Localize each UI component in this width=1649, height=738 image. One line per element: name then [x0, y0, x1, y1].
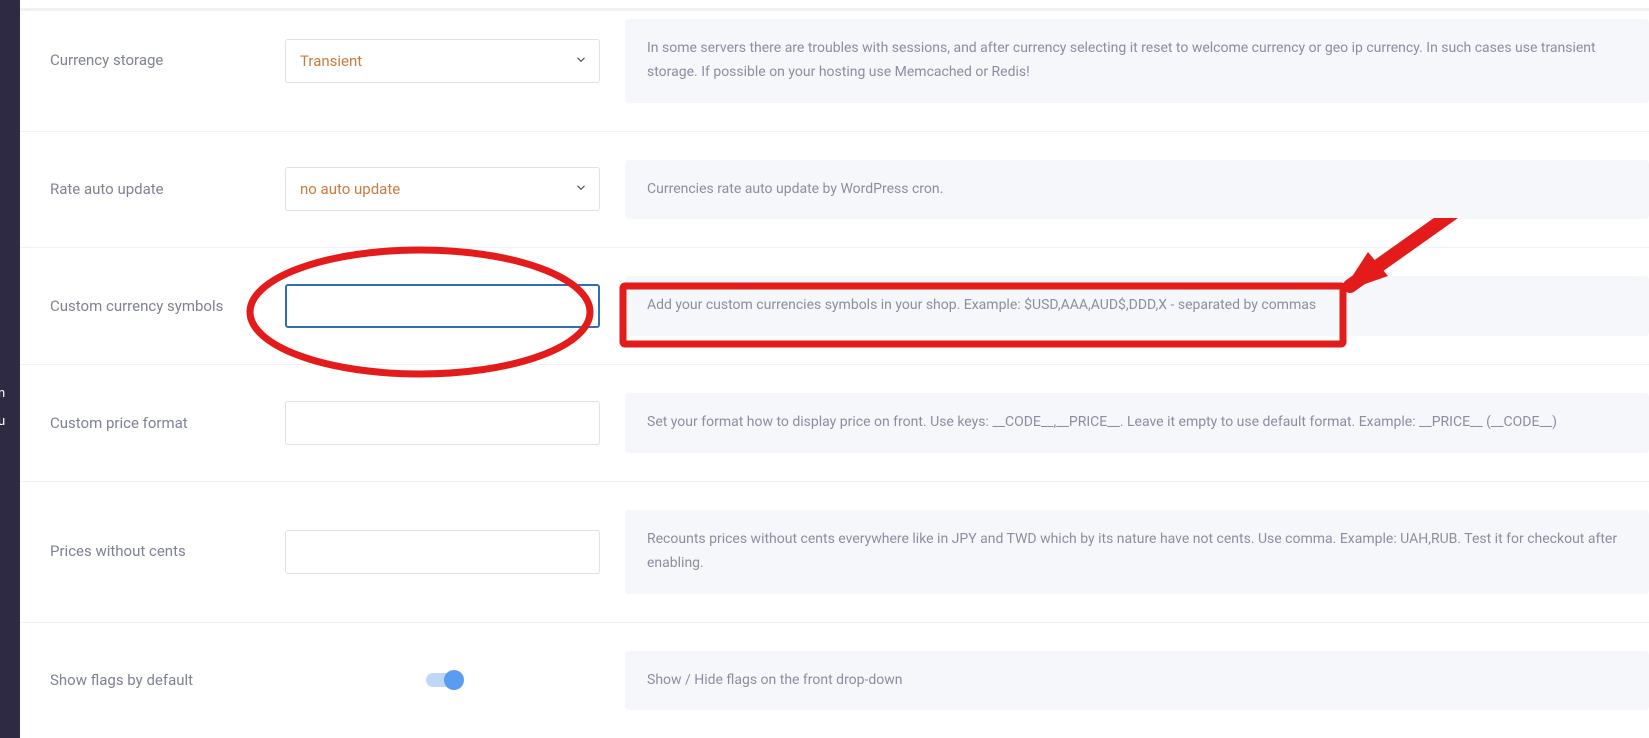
select-currency-storage[interactable]: Transient [285, 39, 600, 83]
row-rate-auto-update: Rate auto update no auto update Currenci… [20, 132, 1649, 249]
desc-rate-auto-update: Currencies rate auto update by WordPress… [625, 160, 1649, 220]
select-rate-auto-update-control[interactable]: no auto update [285, 167, 600, 211]
row-custom-currency-symbols: Custom currency symbols Add your custom … [20, 248, 1649, 365]
row-show-flags-by-default: Show flags by default Show / Hide flags … [20, 623, 1649, 738]
input-custom-price-format[interactable] [285, 401, 600, 445]
label-prices-without-cents: Prices without cents [50, 541, 285, 562]
label-custom-price-format: Custom price format [50, 413, 285, 434]
label-rate-auto-update: Rate auto update [50, 179, 285, 200]
toggle-knob [444, 670, 464, 690]
label-show-flags-by-default: Show flags by default [50, 670, 285, 691]
desc-currency-storage: In some servers there are troubles with … [625, 19, 1649, 103]
row-custom-price-format: Custom price format Set your format how … [20, 365, 1649, 482]
sidebar-menu-hint: n u [0, 380, 5, 436]
admin-sidebar: n u [0, 0, 20, 738]
toggle-show-flags[interactable] [426, 673, 460, 687]
input-prices-without-cents[interactable] [285, 530, 600, 574]
row-currency-storage: Currency storage Transient In some serve… [20, 8, 1649, 132]
desc-custom-currency-symbols: Add your custom currencies symbols in yo… [625, 276, 1649, 336]
select-currency-storage-control[interactable]: Transient [285, 39, 600, 83]
desc-show-flags-by-default: Show / Hide flags on the front drop-down [625, 651, 1649, 711]
input-custom-currency-symbols[interactable] [285, 284, 600, 328]
select-rate-auto-update[interactable]: no auto update [285, 167, 600, 211]
desc-prices-without-cents: Recounts prices without cents everywhere… [625, 510, 1649, 594]
settings-panel: Currency storage Transient In some serve… [20, 0, 1649, 738]
row-prices-without-cents: Prices without cents Recounts prices wit… [20, 482, 1649, 623]
label-custom-currency-symbols: Custom currency symbols [50, 296, 285, 317]
desc-custom-price-format: Set your format how to display price on … [625, 393, 1649, 453]
label-currency-storage: Currency storage [50, 50, 285, 71]
